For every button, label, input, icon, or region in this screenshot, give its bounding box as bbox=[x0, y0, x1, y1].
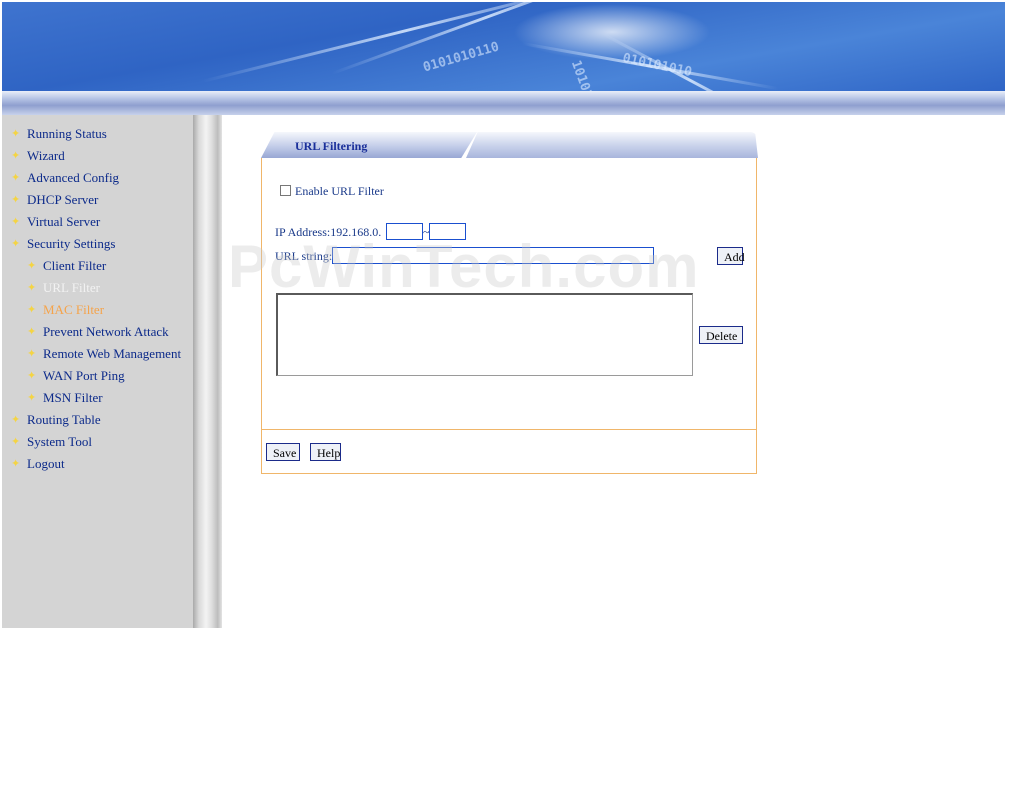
ip-start-input[interactable] bbox=[386, 223, 423, 240]
bullet-icon: ✦ bbox=[11, 436, 21, 448]
bullet-icon: ✦ bbox=[11, 172, 21, 184]
bullet-icon: ✦ bbox=[27, 304, 37, 316]
save-button[interactable]: Save bbox=[266, 443, 300, 461]
sidebar-item-mac-filter[interactable]: ✦ MAC Filter bbox=[27, 302, 105, 320]
delete-button[interactable]: Delete bbox=[699, 326, 743, 344]
bullet-icon: ✦ bbox=[11, 238, 21, 250]
sidebar-item-label: URL Filter bbox=[43, 280, 100, 295]
bullet-icon: ✦ bbox=[11, 150, 21, 162]
bullet-icon: ✦ bbox=[11, 128, 21, 140]
bullet-icon: ✦ bbox=[11, 414, 21, 426]
panel-title: URL Filtering bbox=[295, 139, 368, 153]
sidebar-item-url-filter[interactable]: ✦ URL Filter bbox=[27, 280, 100, 298]
sidebar-item-label: Virtual Server bbox=[27, 214, 101, 229]
bullet-icon: ✦ bbox=[27, 326, 37, 338]
bullet-icon: ✦ bbox=[11, 216, 21, 228]
sidebar-item-label: Client Filter bbox=[43, 258, 107, 273]
enable-url-filter-checkbox[interactable] bbox=[280, 185, 291, 196]
url-string-input[interactable] bbox=[332, 247, 654, 264]
header-bar bbox=[2, 91, 1005, 115]
bullet-icon: ✦ bbox=[27, 260, 37, 272]
sidebar-item-wizard[interactable]: ✦ Wizard bbox=[11, 148, 65, 166]
ip-address-label: IP Address:192.168.0. bbox=[275, 225, 382, 239]
bullet-icon: ✦ bbox=[27, 370, 37, 382]
sidebar-item-wan-port-ping[interactable]: ✦ WAN Port Ping bbox=[27, 368, 125, 386]
sidebar-item-security-settings[interactable]: ✦ Security Settings bbox=[11, 236, 116, 254]
bullet-icon: ✦ bbox=[11, 458, 21, 470]
sidebar-item-virtual-server[interactable]: ✦ Virtual Server bbox=[11, 214, 101, 232]
sidebar-item-logout[interactable]: ✦ Logout bbox=[11, 456, 65, 474]
sidebar-item-label: System Tool bbox=[27, 434, 92, 449]
url-string-label: URL string: bbox=[275, 249, 333, 263]
add-button[interactable]: Add bbox=[717, 247, 745, 265]
sidebar-item-client-filter[interactable]: ✦ Client Filter bbox=[27, 258, 107, 276]
sidebar-item-label: MAC Filter bbox=[43, 302, 105, 317]
sidebar-divider bbox=[193, 115, 222, 628]
bullet-icon: ✦ bbox=[11, 194, 21, 206]
sidebar-item-label: Wizard bbox=[27, 148, 65, 163]
sidebar-item-label: Security Settings bbox=[27, 236, 116, 251]
sidebar-item-label: Logout bbox=[27, 456, 65, 471]
enable-url-filter-label: Enable URL Filter bbox=[295, 184, 384, 198]
sidebar-item-label: Prevent Network Attack bbox=[43, 324, 169, 339]
sidebar-item-label: Remote Web Management bbox=[43, 346, 182, 361]
sidebar-item-routing-table[interactable]: ✦ Routing Table bbox=[11, 412, 101, 430]
sidebar-item-advanced-config[interactable]: ✦ Advanced Config bbox=[11, 170, 120, 188]
sidebar-item-label: WAN Port Ping bbox=[43, 368, 125, 383]
sidebar-item-label: DHCP Server bbox=[27, 192, 99, 207]
panel-divider bbox=[262, 429, 756, 430]
sidebar-item-label: Running Status bbox=[27, 126, 107, 141]
sidebar-item-label: Routing Table bbox=[27, 412, 101, 427]
sidebar-item-running-status[interactable]: ✦ Running Status bbox=[11, 126, 107, 144]
sidebar-item-prevent-network-attack[interactable]: ✦ Prevent Network Attack bbox=[27, 324, 169, 342]
bullet-icon: ✦ bbox=[27, 392, 37, 404]
sidebar-item-label: MSN Filter bbox=[43, 390, 103, 405]
bullet-icon: ✦ bbox=[27, 348, 37, 360]
header-banner: 0101010110 010101010 10101 bbox=[2, 2, 1005, 91]
url-filter-list[interactable] bbox=[276, 293, 693, 376]
sidebar-item-system-tool[interactable]: ✦ System Tool bbox=[11, 434, 92, 452]
help-button[interactable]: Help bbox=[310, 443, 341, 461]
sidebar-item-remote-web-management[interactable]: ✦ Remote Web Management bbox=[27, 346, 182, 364]
sidebar-item-label: Advanced Config bbox=[27, 170, 120, 185]
sidebar-item-dhcp-server[interactable]: ✦ DHCP Server bbox=[11, 192, 99, 210]
bullet-icon: ✦ bbox=[27, 282, 37, 294]
ip-end-input[interactable] bbox=[429, 223, 466, 240]
sidebar-item-msn-filter[interactable]: ✦ MSN Filter bbox=[27, 390, 103, 408]
